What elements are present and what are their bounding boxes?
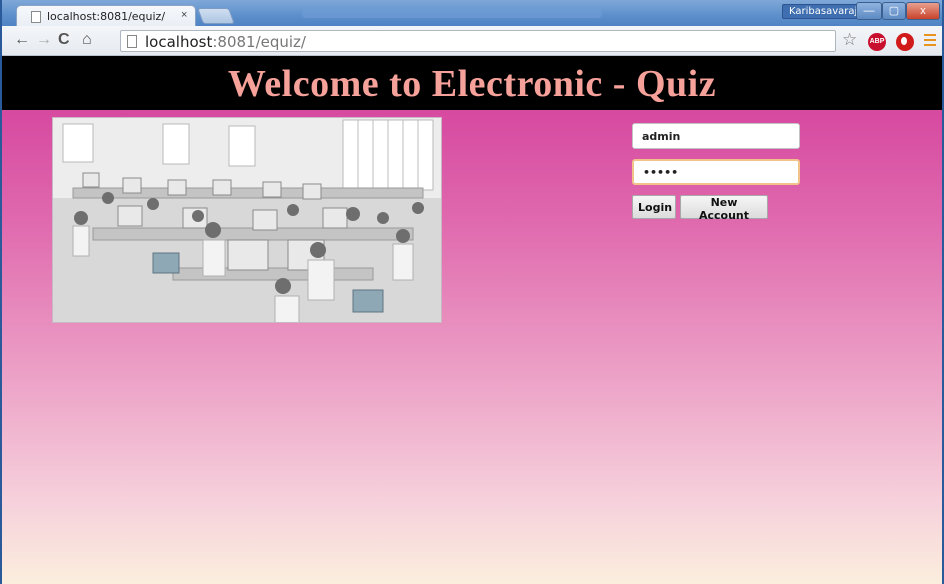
back-icon[interactable]: ← [14,32,30,48]
page-title: Welcome to Electronic - Quiz [227,63,717,105]
tab-title: localhost:8081/equiz/ [47,10,166,23]
address-bar[interactable]: localhost:8081/equiz/ [120,30,836,52]
reload-icon[interactable]: C [58,32,70,48]
tab-strip: localhost:8081/equiz/ × Karibasavaraj — … [2,0,942,27]
adblock-icon[interactable]: ABP [868,33,886,51]
browser-tab[interactable]: localhost:8081/equiz/ × [16,5,196,27]
new-account-button[interactable]: New Account [680,195,768,222]
close-window-button[interactable]: x [906,2,940,20]
computer-lab-photo [52,117,442,323]
browser-toolbar: ← → C ⌂ localhost:8081/equiz/ ☆ ABP [2,26,942,56]
minimize-button[interactable]: — [856,2,882,20]
photo-illustration [53,118,441,322]
page-icon [31,11,41,23]
password-field[interactable] [632,159,800,185]
star-icon[interactable]: ☆ [842,30,857,50]
page-icon [127,35,137,48]
profile-name[interactable]: Karibasavaraj [782,4,865,19]
opera-icon[interactable] [896,33,914,51]
username-field[interactable] [632,123,800,149]
home-icon[interactable]: ⌂ [82,32,92,48]
new-tab-button[interactable] [197,8,235,24]
tabstrip-background [302,8,602,18]
maximize-button[interactable]: ▢ [882,2,906,20]
forward-icon[interactable]: → [36,32,52,48]
login-button[interactable]: Login [632,195,676,219]
menu-icon[interactable] [924,34,936,48]
tab-close-icon[interactable]: × [181,9,187,21]
url-text[interactable]: localhost:8081/equiz/ [145,33,306,51]
url-path: :8081/equiz/ [212,33,306,51]
url-host: localhost [145,33,213,51]
banner: Welcome to Electronic - Quiz [2,56,942,110]
page-content: Welcome to Electronic - Quiz admin •••••… [2,56,942,584]
browser-window: localhost:8081/equiz/ × Karibasavaraj — … [0,0,944,584]
